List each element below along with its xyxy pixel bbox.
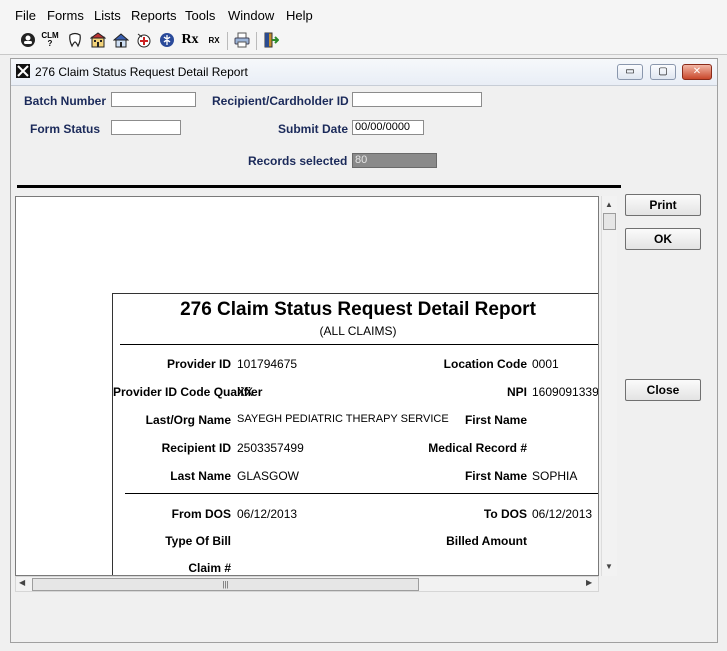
question-glyph: ? bbox=[47, 39, 53, 48]
scroll-down-icon[interactable]: ▼ bbox=[605, 562, 613, 571]
toolbar-separator bbox=[227, 32, 228, 50]
npi-label: NPI bbox=[506, 385, 527, 399]
last-name-label: Last Name bbox=[170, 469, 231, 483]
window-titlebar: 276 Claim Status Request Detail Report ▭… bbox=[11, 59, 717, 86]
last-name-value: GLASGOW bbox=[237, 469, 300, 483]
horizontal-scrollbar[interactable]: ◀ ||| ▶ bbox=[15, 576, 599, 592]
report-preview[interactable]: 276 Claim Status Request Detail Report (… bbox=[15, 196, 599, 576]
vertical-scrollbar[interactable]: ▲ ▼ bbox=[601, 196, 617, 576]
recipient-id-report-value: 2503357499 bbox=[237, 441, 304, 455]
menu-lists[interactable]: Lists bbox=[94, 8, 121, 23]
menu-bar: File Forms Lists Reports Tools Window He… bbox=[0, 0, 727, 29]
npi-value: 1609091339 bbox=[532, 385, 599, 399]
batch-number-field[interactable] bbox=[111, 92, 196, 107]
window-app-icon bbox=[16, 64, 30, 78]
report-window: 276 Claim Status Request Detail Report ▭… bbox=[10, 58, 718, 643]
scroll-up-icon[interactable]: ▲ bbox=[605, 200, 613, 209]
from-dos-value: 06/12/2013 bbox=[237, 507, 298, 521]
menu-tools[interactable]: Tools bbox=[185, 8, 215, 23]
medical-icon[interactable] bbox=[135, 31, 153, 49]
close-button[interactable]: Close bbox=[625, 379, 701, 401]
org-name-label: Last/Org Name bbox=[145, 413, 231, 427]
minimize-button[interactable]: ▭ bbox=[617, 64, 643, 80]
report-rule bbox=[125, 493, 598, 494]
first-name2-label: First Name bbox=[464, 469, 527, 483]
records-selected-label: Records selected bbox=[248, 154, 348, 168]
to-dos-label: To DOS bbox=[483, 507, 527, 521]
person-icon[interactable] bbox=[19, 31, 37, 49]
location-code-value: 0001 bbox=[532, 357, 559, 371]
recipient-id-report-label: Recipient ID bbox=[161, 441, 231, 455]
claim-icon[interactable]: CLM? bbox=[41, 31, 59, 49]
menu-help[interactable]: Help bbox=[286, 8, 313, 23]
menu-forms[interactable]: Forms bbox=[47, 8, 84, 23]
recipient-id-field[interactable] bbox=[352, 92, 482, 107]
claim-number-label: Claim # bbox=[188, 561, 231, 575]
report-title: 276 Claim Status Request Detail Report bbox=[180, 299, 536, 320]
exit-icon[interactable] bbox=[262, 31, 280, 49]
qualifier-value: XX bbox=[237, 385, 254, 399]
caduceus-icon[interactable] bbox=[158, 31, 176, 49]
first-name-label: First Name bbox=[464, 413, 527, 427]
type-of-bill-label: Type Of Bill bbox=[165, 534, 231, 548]
divider bbox=[17, 185, 621, 188]
ok-button[interactable]: OK bbox=[625, 228, 701, 250]
menu-window[interactable]: Window bbox=[228, 8, 274, 23]
vertical-scroll-thumb[interactable] bbox=[603, 213, 616, 230]
house-icon[interactable] bbox=[112, 31, 130, 49]
submit-date-field[interactable]: 00/00/0000 bbox=[352, 120, 424, 135]
report-rule bbox=[120, 344, 598, 345]
rx-icon[interactable]: Rx bbox=[181, 31, 199, 49]
form-status-label: Form Status bbox=[30, 122, 101, 136]
scroll-left-icon[interactable]: ◀ bbox=[19, 578, 25, 587]
provider-id-value: 101794675 bbox=[237, 357, 298, 371]
recipient-id-label: Recipient/Cardholder ID bbox=[212, 94, 349, 108]
menu-file[interactable]: File bbox=[15, 8, 36, 23]
first-name2-value: SOPHIA bbox=[532, 469, 578, 483]
medical-record-label: Medical Record # bbox=[428, 441, 527, 455]
qualifier-label: Provider ID Code Qualifier bbox=[113, 385, 263, 399]
printer-icon[interactable] bbox=[233, 31, 251, 49]
toolbar-separator bbox=[256, 32, 257, 50]
rx-small-icon[interactable]: RX bbox=[205, 31, 223, 49]
submit-date-label: Submit Date bbox=[278, 122, 349, 136]
horizontal-scroll-thumb[interactable]: ||| bbox=[32, 578, 419, 591]
scroll-right-icon[interactable]: ▶ bbox=[586, 578, 592, 587]
from-dos-label: From DOS bbox=[171, 507, 231, 521]
provider-id-label: Provider ID bbox=[166, 357, 231, 371]
report-subtitle: (ALL CLAIMS) bbox=[319, 324, 397, 338]
menu-reports[interactable]: Reports bbox=[131, 8, 177, 23]
window-title: 276 Claim Status Request Detail Report bbox=[35, 65, 248, 79]
to-dos-value: 06/12/2013 bbox=[532, 507, 593, 521]
close-window-button[interactable]: ✕ bbox=[682, 64, 712, 80]
form-status-field[interactable] bbox=[111, 120, 181, 135]
toolbar: CLM? Rx RX bbox=[0, 28, 727, 55]
location-code-label: Location Code bbox=[443, 357, 527, 371]
batch-number-label: Batch Number bbox=[24, 94, 107, 108]
tooth-icon[interactable] bbox=[66, 31, 84, 49]
print-button[interactable]: Print bbox=[625, 194, 701, 216]
records-selected-field: 80 bbox=[352, 153, 437, 168]
report-page: 276 Claim Status Request Detail Report (… bbox=[112, 293, 599, 575]
hospital-icon[interactable] bbox=[89, 31, 107, 49]
billed-amount-label: Billed Amount bbox=[446, 534, 527, 548]
maximize-button[interactable]: ▢ bbox=[650, 64, 676, 80]
